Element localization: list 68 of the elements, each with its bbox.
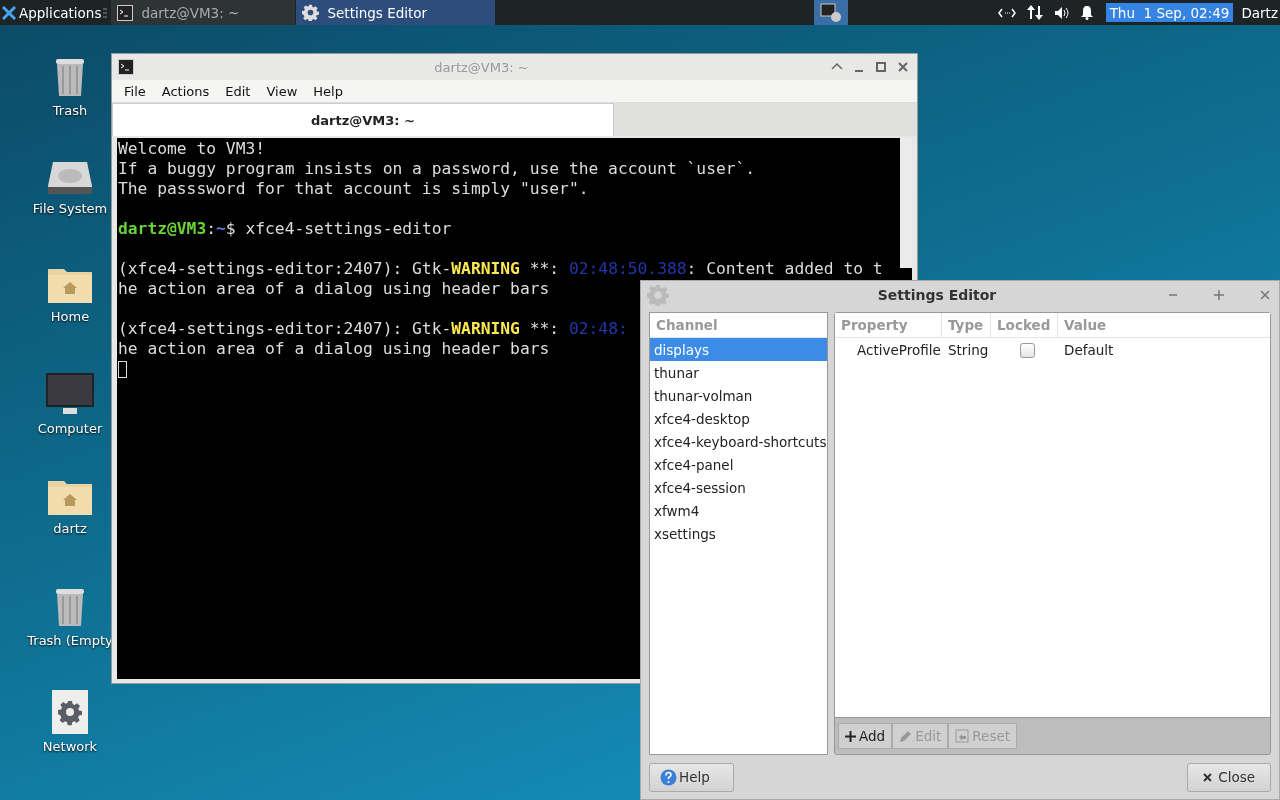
user-name[interactable]: Dartz (1241, 4, 1278, 21)
channel-item[interactable]: xfce4-panel (650, 453, 827, 477)
xfce-logo-icon (2, 5, 16, 20)
desktop-icon-label[interactable]: Trash (52, 103, 88, 118)
clock[interactable]: Thu 1 Sep, 02:49 (1105, 3, 1234, 22)
channel-item[interactable]: thunar (650, 361, 827, 385)
close-button[interactable]: Close (1187, 762, 1271, 792)
volume-icon[interactable] (1053, 5, 1070, 20)
terminal-line: If a buggy program insists on a password, use the account `user`. (118, 159, 756, 179)
home-folder-icon (47, 266, 93, 304)
window-icon (819, 2, 842, 23)
terminal-line: The passsword for that account is simply "user". (118, 179, 589, 199)
gear-icon (302, 4, 320, 21)
desktop-icon-label[interactable]: Network (42, 739, 98, 754)
add-button[interactable]: Add (838, 723, 893, 750)
close-icon (1202, 772, 1212, 782)
scrollbar[interactable] (900, 138, 912, 268)
channel-item[interactable]: xfce4-keyboard-shortcuts (650, 430, 827, 454)
menu-item[interactable]: Help (305, 83, 351, 99)
menu-item[interactable]: View (258, 83, 306, 99)
channel-item[interactable]: thunar-volman (650, 384, 827, 408)
taskbar-button[interactable]: Settings Editor (296, 0, 497, 25)
terminal-line: Welcome to VM3! (118, 139, 266, 159)
workspace-switcher[interactable] (813, 0, 848, 25)
taskbar-button[interactable]: dartz@VM3: ~ (111, 0, 297, 25)
channel-item[interactable]: xfce4-desktop (650, 407, 827, 431)
transfer-arrows-icon[interactable] (1025, 4, 1044, 21)
locked-checkbox[interactable] (1020, 342, 1035, 358)
text-cursor (118, 361, 127, 378)
table-cell-text: String (947, 342, 990, 359)
window-title: dartz@VM3: ~ (433, 59, 530, 75)
gear-icon (647, 283, 669, 306)
menu-item[interactable]: Actions (153, 83, 218, 99)
separator-icon (103, 6, 108, 19)
terminal-line: (xfce4-settings-editor:2407): Gtk-WARNING **: 02:48: (118, 319, 628, 339)
help-button[interactable]: Help (649, 762, 734, 792)
help-icon (660, 768, 677, 786)
terminal-icon (118, 59, 134, 75)
terminal-line: he action area of a dialog using header bars (118, 339, 550, 359)
hard-drive-icon (47, 160, 93, 196)
window-title: Settings Editor (876, 286, 998, 303)
maximize-icon[interactable] (873, 59, 889, 75)
terminal-icon (117, 4, 134, 21)
channel-item[interactable]: xsettings (650, 522, 827, 546)
network-icon[interactable] (997, 7, 1016, 18)
desktop-icon-label[interactable]: dartz (53, 521, 87, 536)
monitor-icon (45, 372, 95, 416)
applications-menu[interactable]: Applications (0, 0, 104, 25)
terminal-tab[interactable]: dartz@VM3: ~ (112, 103, 614, 136)
desktop-icon-label[interactable]: Computer (37, 421, 103, 436)
pencil-icon (899, 729, 913, 743)
desktop-icon-label[interactable]: Home (50, 309, 90, 324)
table-cell-text: ActiveProfile (856, 342, 942, 359)
menu-item[interactable]: File (116, 83, 154, 99)
desktop-icon-label[interactable]: Trash (Empty (27, 633, 113, 648)
plus-icon (845, 730, 856, 742)
revert-icon (955, 729, 970, 744)
home-folder-icon (47, 478, 93, 516)
terminal-line: (xfce4-settings-editor:2407): Gtk-WARNING **: 02:48:50.388: Content added to t (118, 259, 883, 279)
desktop-icon-label[interactable]: File System (32, 201, 108, 216)
terminal-line: dartz@VM3:~$ xfce4-settings-editor (118, 219, 452, 239)
channel-item[interactable]: xfce4-session (650, 476, 827, 500)
bell-icon[interactable] (1079, 5, 1094, 20)
channel-item[interactable]: xfwm4 (650, 499, 827, 523)
terminal-line: he action area of a dialog using header bars (118, 279, 550, 299)
gear-icon (52, 690, 88, 734)
table-cell-text: Default (1063, 342, 1115, 359)
menu-item[interactable]: Edit (217, 83, 259, 99)
